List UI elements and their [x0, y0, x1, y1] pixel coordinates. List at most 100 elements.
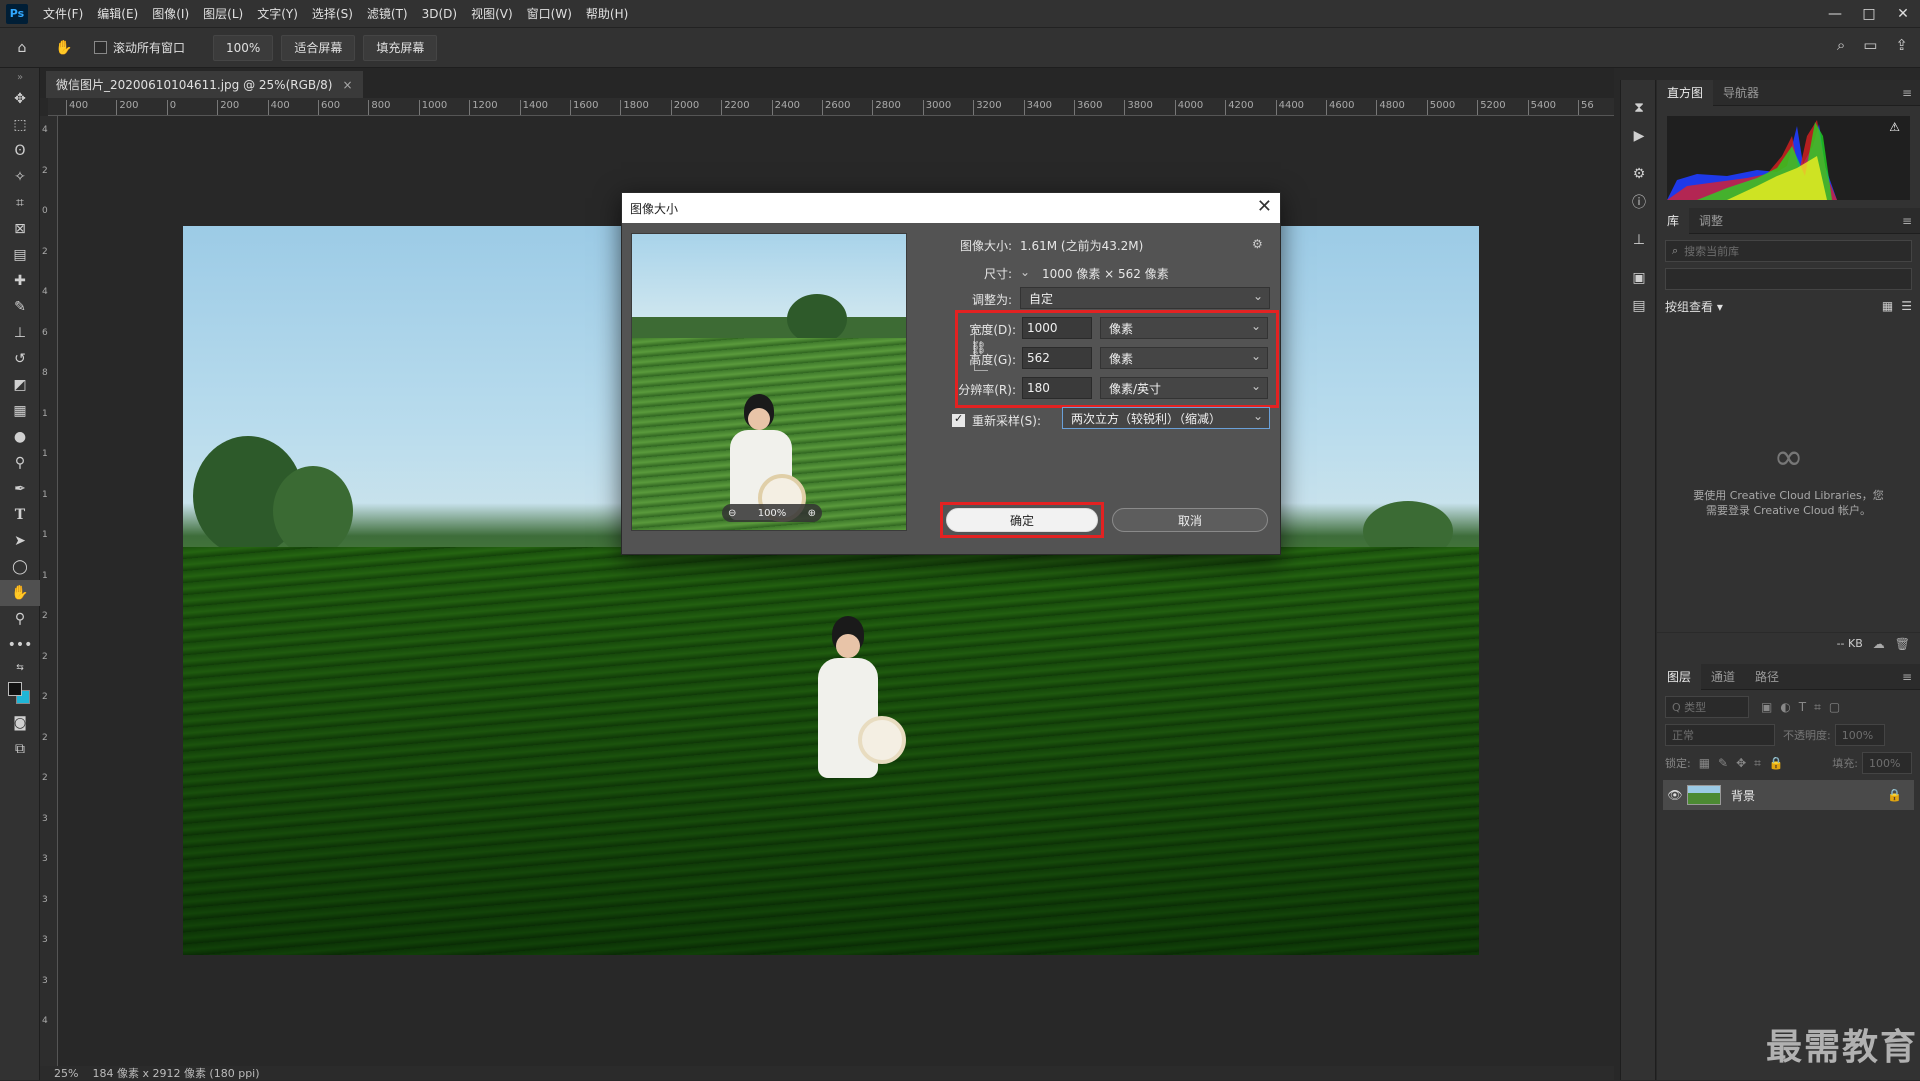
clone-source-icon[interactable]: ⊥	[1621, 226, 1657, 254]
screen-mode-icon[interactable]: ⧉	[0, 736, 40, 762]
marquee-tool-icon[interactable]: ⬚	[0, 112, 40, 138]
fill-input[interactable]: 100%	[1862, 752, 1912, 774]
history-brush-icon[interactable]: ↺	[0, 346, 40, 372]
share-icon[interactable]: ⇪	[1895, 36, 1908, 54]
panel-menu-icon[interactable]: ≡	[1902, 86, 1912, 100]
eye-icon[interactable]: 👁	[1663, 788, 1687, 802]
width-input[interactable]: 1000	[1022, 317, 1092, 339]
zoom-in-icon[interactable]: ⊕	[808, 508, 816, 519]
menu-layer[interactable]: 图层(L)	[196, 5, 250, 22]
panel-menu-icon[interactable]: ≡	[1902, 670, 1912, 684]
eyedropper-icon[interactable]: ▤	[0, 242, 40, 268]
blend-mode-select[interactable]: 正常	[1665, 724, 1775, 746]
quick-mask-icon[interactable]: ◙	[0, 710, 40, 736]
status-doc-info[interactable]: 184 像素 x 2912 像素 (180 ppi)	[92, 1065, 259, 1081]
fit-to-select[interactable]: 自定	[1020, 287, 1270, 309]
workspace-icon[interactable]: ▭	[1863, 36, 1877, 54]
layer-row-background[interactable]: 👁 背景 🔒	[1663, 780, 1914, 810]
width-unit-select[interactable]: 像素	[1100, 317, 1268, 339]
tab-histogram[interactable]: 直方图	[1657, 79, 1714, 106]
move-tool-icon[interactable]: ✥	[0, 86, 40, 112]
height-unit-select[interactable]: 像素	[1100, 347, 1268, 369]
menu-view[interactable]: 视图(V)	[464, 5, 520, 22]
actions-panel-icon[interactable]: ▶	[1621, 122, 1657, 150]
menu-filter[interactable]: 滤镜(T)	[360, 5, 415, 22]
status-zoom[interactable]: 25%	[54, 1067, 78, 1080]
dialog-preview-image[interactable]: ⊖ 100% ⊕	[631, 233, 907, 531]
resolution-unit-select[interactable]: 像素/英寸	[1100, 377, 1268, 399]
library-search-input[interactable]: ⌕ 搜索当前库	[1665, 240, 1912, 262]
chevron-down-icon[interactable]: ⌄	[1020, 265, 1030, 279]
color-swatch[interactable]	[0, 678, 40, 710]
tab-adjustments[interactable]: 调整	[1689, 208, 1733, 234]
scroll-all-windows-checkbox[interactable]: 滚动所有窗口	[94, 39, 185, 56]
tab-channels[interactable]: 通道	[1701, 664, 1745, 690]
clone-stamp-icon[interactable]: ⊥	[0, 320, 40, 346]
fill-screen-button[interactable]: 填充屏幕	[363, 34, 438, 61]
zoom-100-button[interactable]: 100%	[213, 34, 274, 61]
resample-checkbox[interactable]	[952, 412, 965, 427]
search-icon[interactable]: ⌕	[1837, 36, 1845, 54]
list-view-icon[interactable]: ☰	[1901, 299, 1912, 313]
resample-select[interactable]: 两次立方（较锐利）（缩减）	[1062, 407, 1270, 429]
menu-file[interactable]: 文件(F)	[36, 5, 90, 22]
notes-panel-icon[interactable]: ▤	[1621, 292, 1657, 320]
lasso-tool-icon[interactable]: ʘ	[0, 138, 40, 164]
panel-menu-icon[interactable]: ≡	[1902, 214, 1912, 228]
close-tab-icon[interactable]: ×	[342, 78, 352, 92]
blur-icon[interactable]: ●	[0, 424, 40, 450]
brush-tool-icon[interactable]: ✎	[0, 294, 40, 320]
menu-image[interactable]: 图像(I)	[145, 5, 196, 22]
fit-screen-button[interactable]: 适合屏幕	[281, 34, 356, 61]
lock-icons[interactable]: ▦✎✥⌗🔒	[1699, 756, 1792, 771]
menu-3d[interactable]: 3D(D)	[415, 7, 464, 21]
menu-select[interactable]: 选择(S)	[305, 5, 360, 22]
gear-icon[interactable]: ⚙	[1252, 237, 1263, 251]
grid-view-icon[interactable]: ▦	[1882, 299, 1893, 313]
collapse-icon[interactable]: »	[0, 68, 40, 86]
tab-paths[interactable]: 路径	[1745, 664, 1789, 690]
tab-libraries[interactable]: 库	[1657, 207, 1690, 234]
pen-tool-icon[interactable]: ✒	[0, 476, 40, 502]
eraser-icon[interactable]: ◩	[0, 372, 40, 398]
layer-filter-input[interactable]: Q 类型	[1665, 696, 1749, 718]
close-icon[interactable]: ✕	[1257, 197, 1272, 217]
menu-help[interactable]: 帮助(H)	[579, 5, 635, 22]
hand-tool-active-icon[interactable]: ✋	[0, 580, 40, 606]
swap-colors-icon[interactable]: ⇆	[0, 658, 40, 678]
trash-icon[interactable]: 🗑	[1895, 637, 1910, 651]
type-tool-icon[interactable]: T	[0, 502, 40, 528]
cancel-button[interactable]: 取消	[1112, 508, 1268, 532]
menu-edit[interactable]: 编辑(E)	[90, 5, 145, 22]
opacity-input[interactable]: 100%	[1834, 724, 1885, 746]
resolution-input[interactable]: 180	[1022, 377, 1092, 399]
layer-filter-icons[interactable]: ▣◐T⌗▢	[1761, 700, 1848, 715]
document-tab[interactable]: 微信图片_20200610104611.jpg @ 25%(RGB/8) ×	[46, 71, 363, 98]
cloud-sync-icon[interactable]: ☁	[1873, 637, 1885, 651]
healing-brush-icon[interactable]: ✚	[0, 268, 40, 294]
height-input[interactable]: 562	[1022, 347, 1092, 369]
dodge-icon[interactable]: ⚲	[0, 450, 40, 476]
view-by-group-dropdown[interactable]: 按组查看 ▾	[1665, 298, 1723, 315]
layer-comps-icon[interactable]: ▣	[1621, 264, 1657, 292]
more-tools-icon[interactable]: •••	[0, 632, 40, 658]
tab-layers[interactable]: 图层	[1657, 663, 1702, 690]
hand-tool-icon[interactable]: ✋	[44, 35, 84, 61]
menu-type[interactable]: 文字(Y)	[250, 5, 305, 22]
crop-tool-icon[interactable]: ⌗	[0, 190, 40, 216]
ok-button[interactable]: 确定	[946, 508, 1098, 532]
library-select[interactable]	[1665, 268, 1912, 290]
maximize-button[interactable]: □	[1852, 0, 1886, 28]
properties-panel-icon[interactable]: ⚙	[1621, 160, 1657, 188]
home-icon[interactable]: ⌂	[0, 35, 44, 61]
tab-navigator[interactable]: 导航器	[1713, 80, 1769, 106]
history-panel-icon[interactable]: ⧗	[1621, 94, 1657, 122]
checkbox-box[interactable]	[94, 41, 107, 54]
frame-tool-icon[interactable]: ⊠	[0, 216, 40, 242]
magic-wand-icon[interactable]: ✧	[0, 164, 40, 190]
gradient-icon[interactable]: ▦	[0, 398, 40, 424]
close-window-button[interactable]: ✕	[1886, 0, 1920, 28]
menu-window[interactable]: 窗口(W)	[520, 5, 579, 22]
info-panel-icon[interactable]: ⓘ	[1621, 188, 1657, 216]
minimize-button[interactable]: —	[1818, 0, 1852, 28]
